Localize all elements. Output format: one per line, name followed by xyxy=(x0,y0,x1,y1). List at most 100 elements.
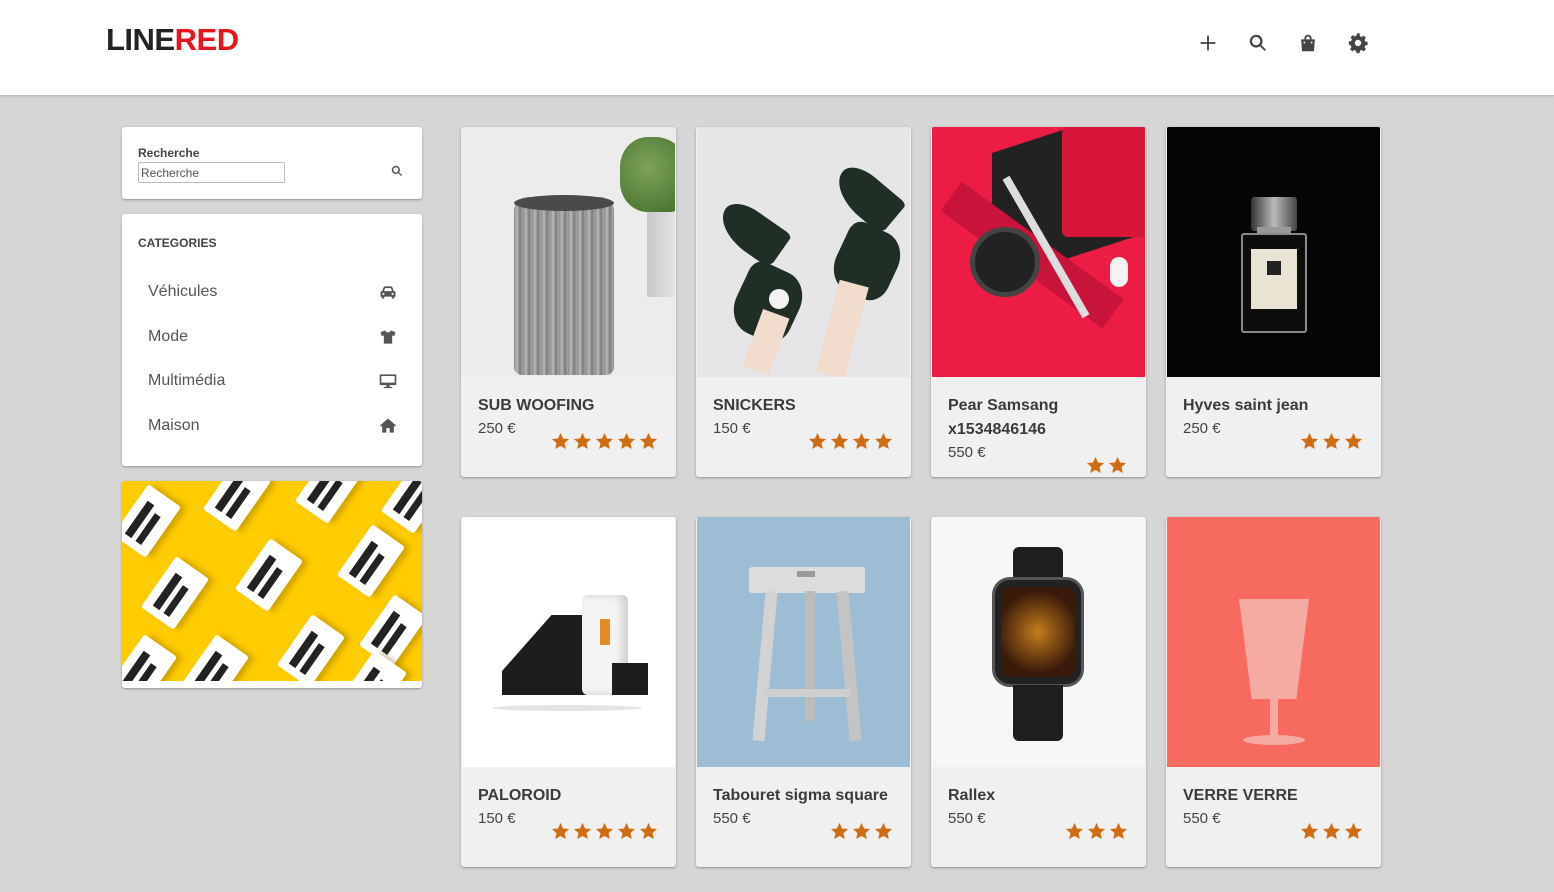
product-card[interactable]: Hyves saint jean 250 € xyxy=(1166,127,1381,477)
product-card[interactable]: Tabouret sigma square 550 € xyxy=(696,517,911,867)
star-icon xyxy=(1087,822,1106,840)
star-icon xyxy=(639,432,658,450)
star-icon xyxy=(1065,822,1084,840)
star-icon xyxy=(1108,456,1127,474)
star-icon xyxy=(1322,432,1341,450)
star-icon xyxy=(639,822,658,840)
product-rating xyxy=(550,431,659,452)
category-label: Mode xyxy=(148,327,189,345)
header-actions xyxy=(1196,31,1370,55)
star-icon xyxy=(551,432,570,450)
product-rating xyxy=(829,821,894,842)
product-rating xyxy=(1064,821,1129,842)
product-rating xyxy=(1085,455,1128,476)
product-card[interactable]: SUB WOOFING 250 € xyxy=(461,127,676,477)
search-input[interactable] xyxy=(138,162,285,183)
category-label: Maison xyxy=(148,416,200,434)
category-item-vehicules[interactable]: Véhicules xyxy=(122,270,422,315)
star-icon xyxy=(1344,822,1363,840)
star-icon xyxy=(852,822,871,840)
product-image xyxy=(462,127,675,377)
star-icon xyxy=(595,822,614,840)
home-icon xyxy=(378,416,398,436)
desktop-icon xyxy=(378,371,398,391)
star-icon xyxy=(617,822,636,840)
brand-logo[interactable]: LINERED xyxy=(106,22,239,58)
product-card[interactable]: VERRE VERRE 550 € xyxy=(1166,517,1381,867)
category-item-mode[interactable]: Mode xyxy=(122,315,422,360)
product-name: SNICKERS xyxy=(713,397,796,414)
product-price: 550 € xyxy=(948,810,986,827)
product-price: 550 € xyxy=(1183,810,1221,827)
star-icon xyxy=(808,432,827,450)
product-card[interactable]: Pear Samsang x1534846146 550 € xyxy=(931,127,1146,477)
star-icon xyxy=(852,432,871,450)
add-icon xyxy=(1200,35,1216,51)
search-submit-button[interactable] xyxy=(390,164,406,180)
star-icon xyxy=(874,822,893,840)
categories-list: Véhicules Mode Multimédia Maison xyxy=(122,270,422,448)
star-icon xyxy=(1109,822,1128,840)
category-label: Véhicules xyxy=(148,283,218,301)
product-image xyxy=(462,517,675,767)
promo-image xyxy=(122,481,422,681)
star-icon xyxy=(1300,822,1319,840)
product-image xyxy=(1167,127,1380,377)
star-icon xyxy=(573,432,592,450)
product-rating xyxy=(550,821,659,842)
product-rating xyxy=(1299,821,1364,842)
product-rating xyxy=(807,431,894,452)
product-name: SUB WOOFING xyxy=(478,397,595,414)
star-icon xyxy=(1322,822,1341,840)
product-price: 150 € xyxy=(713,420,751,437)
star-icon xyxy=(617,432,636,450)
product-price: 550 € xyxy=(948,444,986,461)
star-icon xyxy=(573,822,592,840)
tshirt-icon xyxy=(378,327,398,347)
category-label: Multimédia xyxy=(148,372,226,390)
product-name: Rallex xyxy=(948,787,996,804)
product-card[interactable]: PALOROID 150 € xyxy=(461,517,676,867)
cart-button[interactable] xyxy=(1296,31,1320,55)
logo-text-line: LINE xyxy=(106,22,175,57)
product-name: Tabouret sigma square xyxy=(713,787,888,804)
product-name: VERRE VERRE xyxy=(1183,787,1298,804)
promo-banner[interactable] xyxy=(122,481,422,688)
product-price: 150 € xyxy=(478,810,516,827)
product-rating xyxy=(1299,431,1364,452)
product-image xyxy=(697,517,910,767)
product-image xyxy=(932,127,1145,377)
category-item-multimedia[interactable]: Multimédia xyxy=(122,359,422,404)
star-icon xyxy=(1300,432,1319,450)
star-icon xyxy=(1086,456,1105,474)
search-button[interactable] xyxy=(1246,31,1270,55)
product-image xyxy=(932,517,1145,767)
categories-panel: CATEGORIES Véhicules Mode Multimédia Mai… xyxy=(122,214,422,466)
product-image xyxy=(697,127,910,377)
gear-icon xyxy=(1348,33,1368,54)
product-name: PALOROID xyxy=(478,787,562,804)
product-name: Pear Samsang x1534846146 xyxy=(948,397,1059,438)
star-icon xyxy=(874,432,893,450)
shopping-bag-icon xyxy=(1301,34,1315,52)
add-button[interactable] xyxy=(1196,31,1220,55)
product-name: Hyves saint jean xyxy=(1183,397,1309,414)
star-icon xyxy=(595,432,614,450)
search-label: Recherche xyxy=(138,146,200,160)
star-icon xyxy=(830,822,849,840)
star-icon xyxy=(1344,432,1363,450)
logo-text-red: RED xyxy=(174,22,239,57)
product-price: 550 € xyxy=(713,810,751,827)
product-price: 250 € xyxy=(1183,420,1221,437)
star-icon xyxy=(830,432,849,450)
product-image xyxy=(1167,517,1380,767)
settings-button[interactable] xyxy=(1346,31,1370,55)
search-icon xyxy=(1249,34,1266,51)
product-card[interactable]: Rallex 550 € xyxy=(931,517,1146,867)
category-item-maison[interactable]: Maison xyxy=(122,404,422,449)
search-icon xyxy=(391,165,403,177)
product-card[interactable]: SNICKERS 150 € xyxy=(696,127,911,477)
top-app-bar: LINERED xyxy=(0,0,1554,96)
search-panel: Recherche xyxy=(122,127,422,199)
star-icon xyxy=(551,822,570,840)
